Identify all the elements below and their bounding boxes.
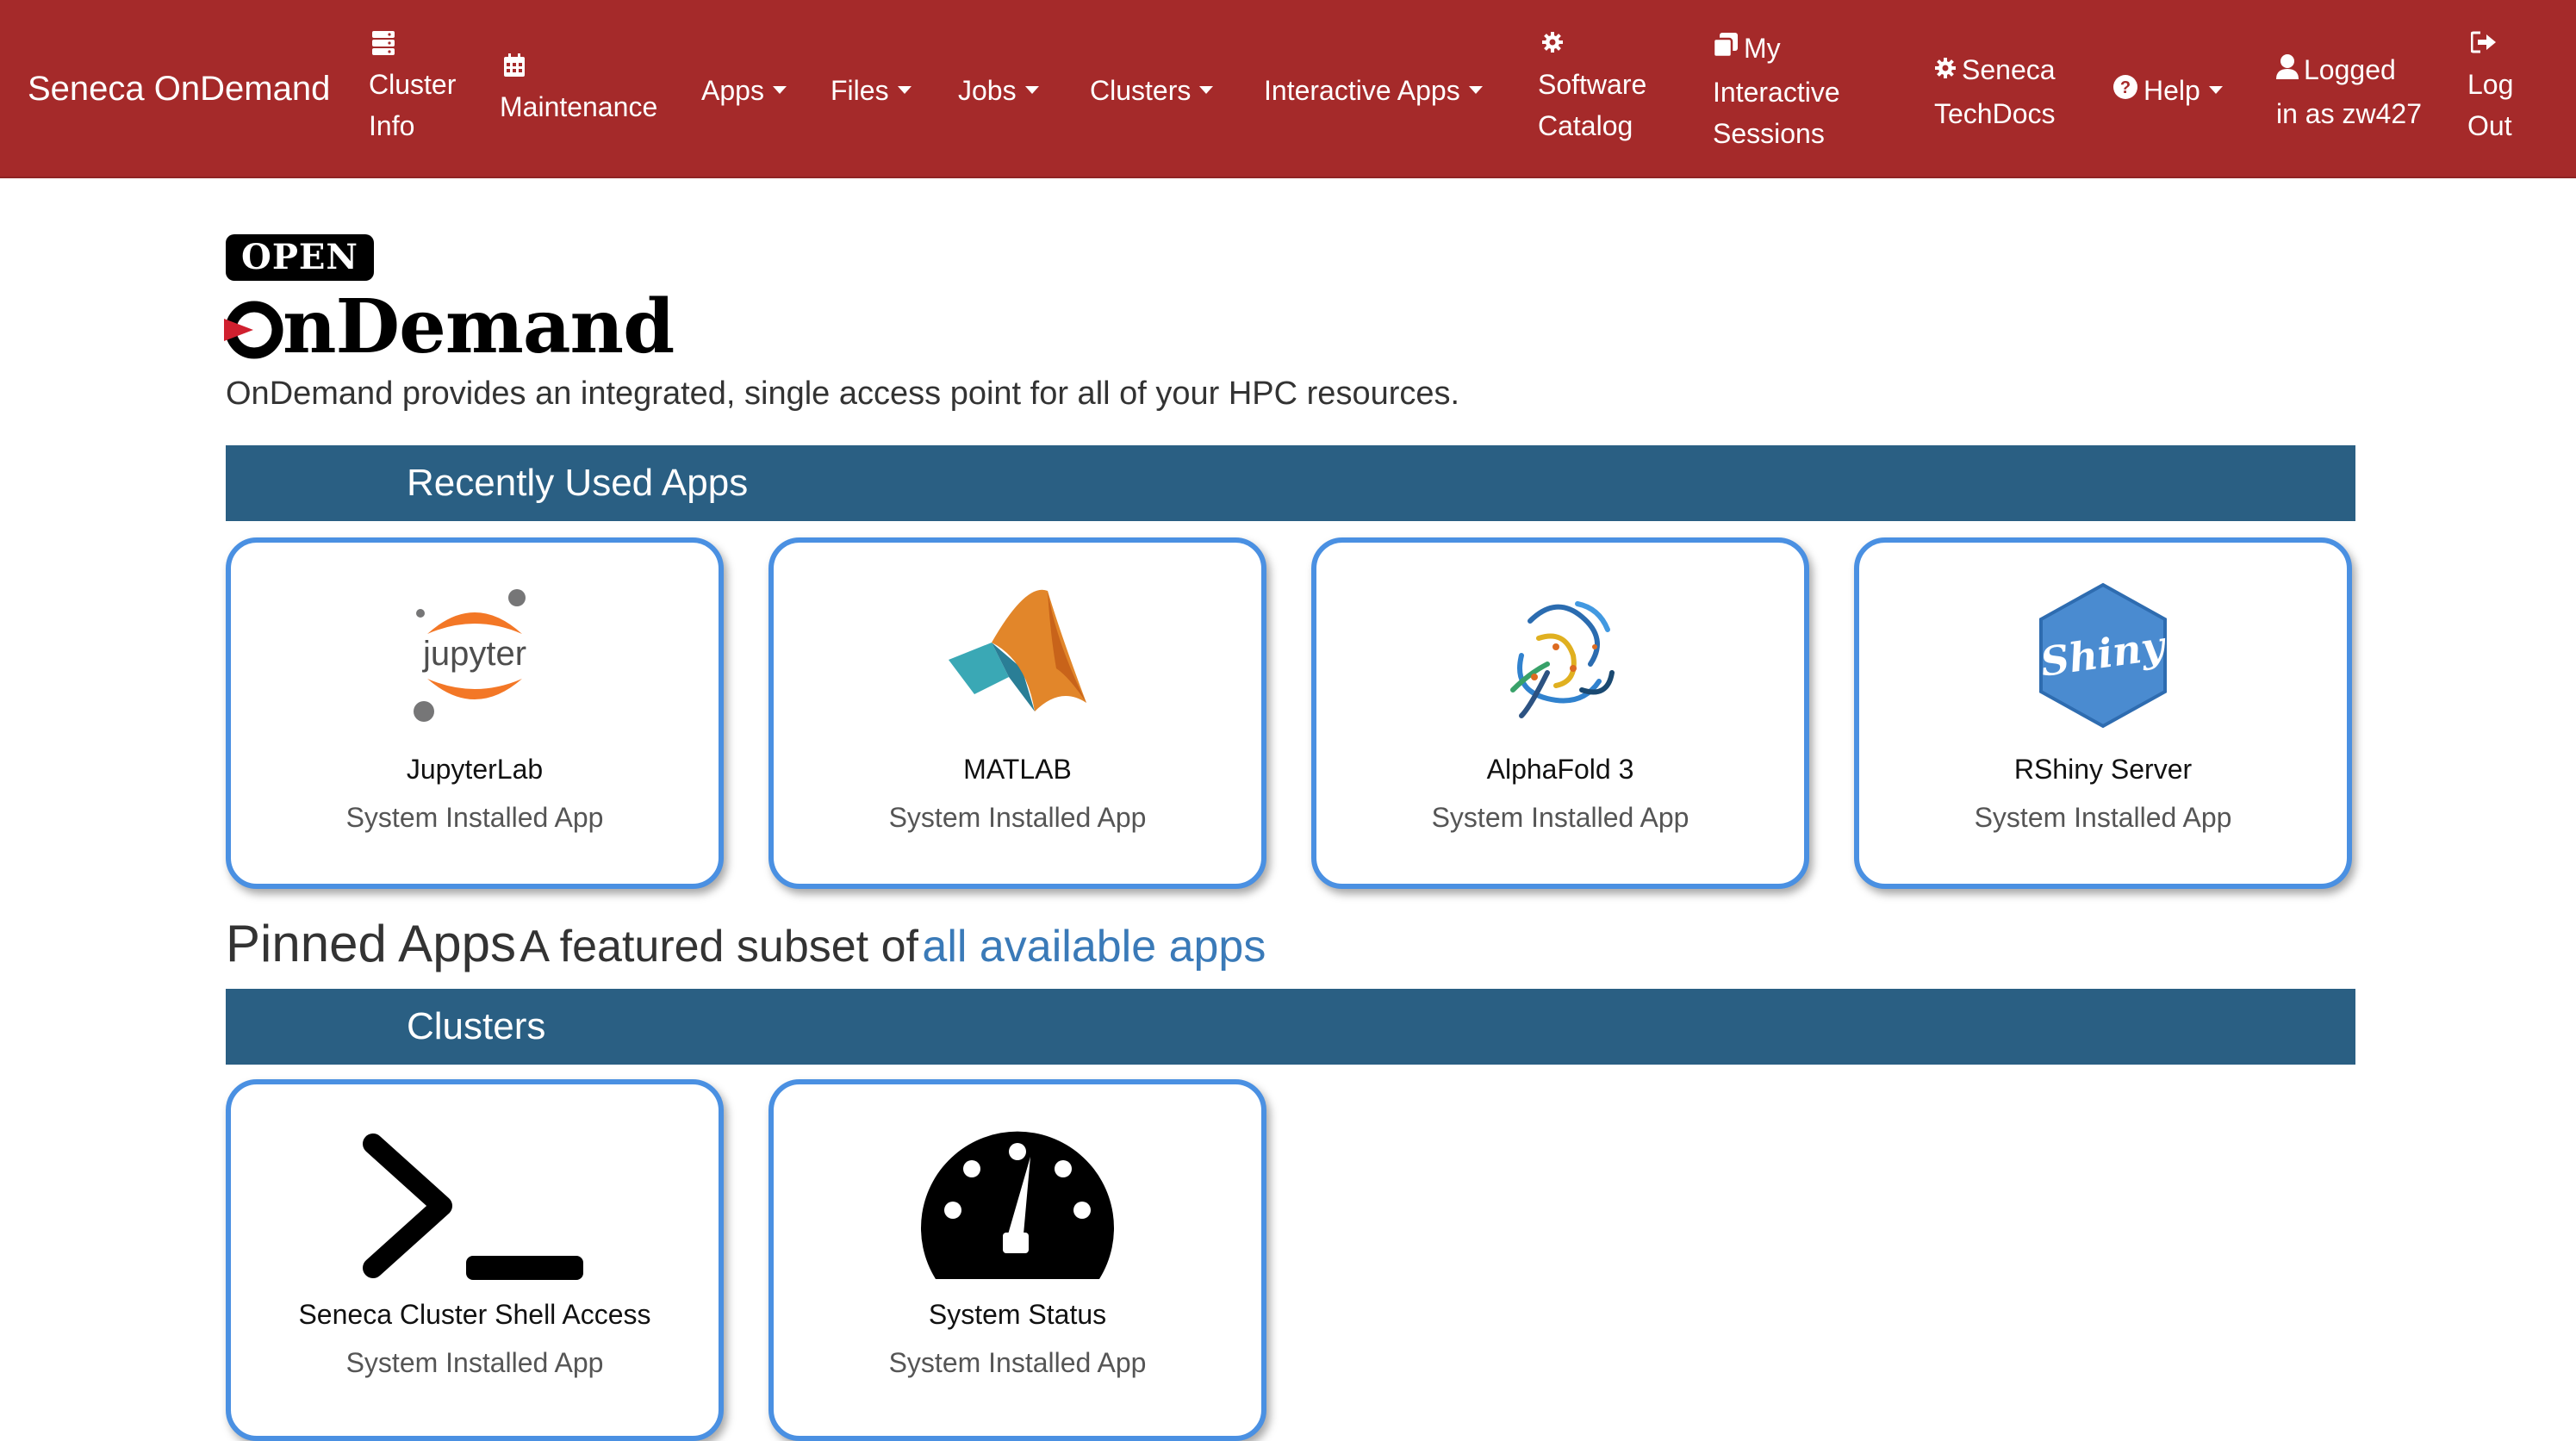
logo-open-tag: OPEN — [226, 234, 374, 281]
nav-label: Catalog — [1538, 110, 1633, 141]
app-card-system-status[interactable]: System Status System Installed App — [768, 1079, 1266, 1441]
app-subtitle: System Installed App — [1974, 802, 2232, 833]
app-card-jupyterlab[interactable]: jupyter JupyterLab System Installed App — [226, 537, 724, 889]
nav-interactive-apps-dropdown[interactable]: Interactive Apps — [1264, 70, 1483, 111]
nav-label: Log — [2467, 69, 2514, 100]
matlab-logo — [774, 574, 1261, 737]
nav-help-dropdown[interactable]: ? Help — [2112, 70, 2223, 114]
caret-down-icon — [772, 86, 787, 95]
nav-label: Info — [369, 110, 415, 141]
nav-files-dropdown[interactable]: Files — [831, 70, 912, 111]
nav-my-interactive-sessions[interactable]: My Interactive Sessions — [1712, 28, 1840, 154]
app-subtitle: System Installed App — [1431, 802, 1689, 833]
nav-log-out[interactable]: Log Out — [2467, 26, 2513, 146]
app-card-rshiny[interactable]: Shiny RShiny Server System Installed App — [1854, 537, 2352, 889]
app-subtitle: System Installed App — [888, 802, 1147, 833]
nav-label: Interactive — [1713, 76, 1840, 108]
tagline: OnDemand provides an integrated, single … — [226, 376, 1460, 412]
nav-label: Logged — [2304, 54, 2396, 85]
protein-structure-image — [1316, 574, 1804, 737]
nav-label: Software — [1538, 69, 1647, 100]
app-card-shell-access[interactable]: Seneca Cluster Shell Access System Insta… — [226, 1079, 724, 1441]
app-title: RShiny Server — [2013, 754, 2193, 785]
sign-out-icon — [2467, 26, 2513, 64]
ondemand-o-mark-icon — [224, 301, 283, 359]
app-subtitle: System Installed App — [345, 802, 604, 833]
jupyter-logo-text: jupyter — [422, 635, 526, 673]
app-title: System Status — [928, 1299, 1107, 1330]
all-available-apps-link[interactable]: all available apps — [922, 922, 1266, 972]
nav-label: Files — [831, 75, 889, 106]
caret-down-icon — [1199, 86, 1214, 95]
jupyter-logo: jupyter — [231, 574, 719, 737]
gear-icon — [1934, 49, 1957, 90]
nav-label: Interactive Apps — [1264, 75, 1460, 106]
nav-label: Help — [2144, 75, 2200, 106]
terminal-icon — [231, 1127, 719, 1291]
section-title: Clusters — [407, 1005, 546, 1047]
caret-down-icon — [2208, 86, 2223, 95]
caret-down-icon — [1024, 86, 1039, 95]
open-ondemand-logo: OPEN nDemand — [224, 233, 689, 370]
logo-wordmark: nDemand — [283, 283, 675, 370]
clone-icon — [1712, 28, 1739, 69]
nav-apps-dropdown[interactable]: Apps — [701, 70, 787, 111]
app-subtitle: System Installed App — [888, 1347, 1147, 1378]
nav-seneca-techdocs[interactable]: Seneca TechDocs — [1934, 49, 2056, 134]
nav-software-catalog[interactable]: Software Catalog — [1538, 26, 1646, 146]
shiny-logo: Shiny — [1859, 574, 2347, 737]
app-title: JupyterLab — [406, 754, 544, 785]
clusters-header: Clusters — [226, 989, 2355, 1065]
nav-label: Jobs — [958, 75, 1017, 106]
nav-jobs-dropdown[interactable]: Jobs — [958, 70, 1039, 111]
nav-maintenance[interactable]: Maintenance — [500, 48, 657, 127]
caret-down-icon — [897, 86, 912, 95]
nav-label: TechDocs — [1934, 97, 2056, 129]
question-circle-icon: ? — [2112, 70, 2138, 111]
dashboard-gauge-icon — [774, 1122, 1261, 1286]
server-icon — [369, 26, 456, 64]
app-subtitle: System Installed App — [345, 1347, 604, 1378]
app-title: AlphaFold 3 — [1486, 754, 1634, 785]
nav-logged-in-user[interactable]: Logged in as zw427 — [2276, 49, 2422, 134]
top-navbar: Seneca OnDemand Cluster Info Maintenance… — [0, 0, 2576, 178]
pinned-apps-heading: Pinned Apps A featured subset of all ava… — [226, 911, 1266, 991]
brand-link[interactable]: Seneca OnDemand — [28, 67, 330, 110]
caret-down-icon — [1468, 86, 1483, 95]
gear-icon — [1538, 26, 1646, 64]
recently-used-header: Recently Used Apps — [226, 445, 2355, 521]
app-title: Seneca Cluster Shell Access — [298, 1299, 651, 1330]
section-title: Recently Used Apps — [407, 462, 749, 504]
svg-text:?: ? — [2120, 78, 2131, 97]
app-card-matlab[interactable]: MATLAB System Installed App — [768, 537, 1266, 889]
nav-label: Apps — [701, 75, 764, 106]
nav-label: Sessions — [1713, 117, 1825, 149]
pinned-title: Pinned Apps — [226, 915, 516, 972]
nav-label: My — [1744, 33, 1781, 64]
calendar-icon — [500, 48, 657, 86]
user-icon — [2276, 49, 2299, 90]
nav-label: Seneca — [1962, 54, 2056, 85]
nav-label: Maintenance — [500, 91, 658, 122]
app-title: MATLAB — [963, 754, 1072, 785]
nav-label: Cluster — [369, 69, 457, 100]
app-card-alphafold[interactable]: AlphaFold 3 System Installed App — [1311, 537, 1809, 889]
nav-label: Out — [2467, 110, 2512, 141]
nav-cluster-info[interactable]: Cluster Info — [369, 26, 456, 146]
nav-label: in as zw427 — [2276, 97, 2422, 129]
pinned-subtitle: A featured subset of — [520, 922, 918, 972]
nav-label: Clusters — [1090, 75, 1192, 106]
nav-clusters-dropdown[interactable]: Clusters — [1090, 70, 1214, 111]
